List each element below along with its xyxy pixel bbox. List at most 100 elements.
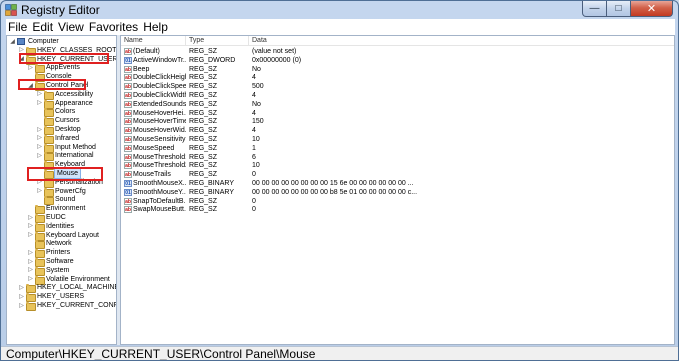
folder-icon: [35, 266, 45, 276]
tree-item-input-method[interactable]: ▷ Input Method: [36, 143, 96, 153]
expand-arrow-icon[interactable]: ▷: [27, 222, 34, 230]
tree-item-powercfg[interactable]: ▷ PowerCfg: [36, 187, 86, 197]
registry-key-tree[interactable]: ◢ Computer ▷ HKEY_CLASSES_ROOT ◢ HKEY_CURRENT…: [6, 35, 117, 345]
expand-arrow-icon[interactable]: ▷: [36, 187, 43, 195]
expand-arrow-icon[interactable]: ▷: [36, 126, 43, 134]
tree-item-hkey-users[interactable]: ▷ HKEY_USERS: [18, 292, 84, 303]
value-name: SmoothMouseY...: [133, 188, 186, 196]
value-name: SnapToDefaultB...: [133, 197, 186, 205]
title-bar[interactable]: Registry Editor — □ ✕: [1, 1, 678, 19]
tree-item-system[interactable]: ▷ System: [27, 266, 70, 276]
tree-item-label: Volatile Environment: [46, 275, 110, 283]
value-type: REG_SZ: [189, 48, 218, 55]
tree-item-hkey-local-machine[interactable]: ▷ HKEY_LOCAL_MACHINE: [18, 283, 116, 294]
string-value-icon: ab: [124, 109, 132, 117]
expand-arrow-icon[interactable]: ▷: [27, 214, 34, 222]
value-type: REG_SZ: [189, 100, 218, 108]
value-row[interactable]: ab MouseThreshold2 REG_SZ 10: [121, 161, 674, 170]
folder-icon: [26, 293, 36, 303]
menu-help[interactable]: Help: [141, 19, 171, 35]
value-row[interactable]: 01 SmoothMouseX... REG_BINARY 00 00 00 00 0…: [121, 179, 674, 188]
column-header-name[interactable]: Name: [121, 36, 186, 46]
value-row[interactable]: ab SwapMouseButt... REG_SZ 0: [121, 205, 674, 214]
value-data: 0: [252, 171, 256, 179]
expand-arrow-icon[interactable]: ▷: [36, 152, 43, 160]
expand-arrow-icon[interactable]: ▷: [18, 293, 25, 301]
value-row[interactable]: ab Beep REG_SZ No: [121, 65, 674, 74]
expand-arrow-icon[interactable]: ▷: [36, 134, 43, 142]
expand-arrow-icon[interactable]: ▷: [27, 266, 34, 274]
tree-item-environment[interactable]: Environment: [27, 204, 85, 215]
tree-item-international[interactable]: ▷ International: [36, 151, 94, 162]
value-row[interactable]: ab MouseThreshold1 REG_SZ 6: [121, 153, 674, 162]
value-row[interactable]: ab (Default) REG_SZ (value not set): [121, 47, 674, 56]
value-row[interactable]: ab ExtendedSounds REG_SZ No: [121, 100, 674, 109]
value-row[interactable]: ab DoubleClickWidth REG_SZ 4: [121, 91, 674, 100]
string-value-icon: ab: [124, 48, 132, 55]
value-row[interactable]: ab MouseSensitivity REG_SZ 10: [121, 135, 674, 144]
value-row[interactable]: ab DoubleClickHeight REG_SZ 4: [121, 73, 674, 82]
menu-view[interactable]: View: [56, 19, 87, 35]
expand-arrow-icon[interactable]: ▷: [36, 99, 43, 107]
value-name: DoubleClickHeight: [133, 74, 186, 82]
value-data: No: [252, 65, 261, 73]
maximize-button[interactable]: □: [607, 1, 631, 17]
expand-arrow-icon[interactable]: ▷: [27, 249, 34, 257]
tree-item-sound[interactable]: Sound: [36, 195, 75, 206]
tree-item-keyboard-layout[interactable]: ▷ Keyboard Layout: [27, 231, 99, 241]
tree-item-software[interactable]: ▷ Software: [27, 257, 74, 267]
expand-arrow-icon[interactable]: ▷: [27, 231, 34, 239]
value-row[interactable]: ab MouseHoverWid... REG_SZ 4: [121, 126, 674, 135]
tree-item-infrared[interactable]: ▷ Infrared: [36, 134, 79, 144]
tree-item-cursors[interactable]: Cursors: [36, 116, 80, 127]
value-row[interactable]: ab DoubleClickSpeed REG_SZ 500: [121, 82, 674, 91]
value-name: SmoothMouseX...: [133, 180, 186, 187]
close-button[interactable]: ✕: [631, 1, 673, 17]
tree-item-identities[interactable]: ▷ Identities: [27, 222, 74, 232]
tree-item-accessibility[interactable]: ▷ Accessibility: [36, 90, 94, 100]
column-header-data[interactable]: Data: [249, 36, 674, 46]
value-name: MouseSpeed: [133, 144, 175, 152]
column-header-type[interactable]: Type: [186, 36, 249, 46]
tree-item-label: System: [46, 266, 70, 274]
tree-item-network[interactable]: Network: [27, 239, 72, 250]
value-name: MouseSensitivity: [133, 136, 186, 143]
value-type: REG_BINARY: [189, 188, 234, 196]
value-type: REG_BINARY: [189, 180, 234, 187]
value-data: 10: [252, 136, 260, 143]
expand-arrow-icon[interactable]: ▷: [36, 90, 43, 98]
value-row[interactable]: 01 ActiveWindowTr... REG_DWORD 0x00000000 (…: [121, 56, 674, 65]
tree-item-appevents[interactable]: ▷ AppEvents: [27, 63, 80, 74]
tree-item-printers[interactable]: ▷ Printers: [27, 248, 70, 259]
tree-item-hkey-current-config[interactable]: ▷ HKEY_CURRENT_CONFIG: [18, 301, 116, 311]
minimize-button[interactable]: —: [582, 1, 607, 17]
tree-item-eudc[interactable]: ▷ EUDC: [27, 213, 66, 223]
tree-item-appearance[interactable]: ▷ Appearance: [36, 99, 93, 109]
value-row[interactable]: ab MouseTrails REG_SZ 0: [121, 170, 674, 179]
tree-item-volatile-environment[interactable]: ▷ Volatile Environment: [27, 275, 110, 285]
collapse-arrow-icon[interactable]: ◢: [9, 38, 16, 46]
menu-file[interactable]: File: [6, 19, 30, 35]
expand-arrow-icon[interactable]: ▷: [27, 258, 34, 266]
value-row[interactable]: 01 SmoothMouseY... REG_BINARY 00 00 00 00 0…: [121, 188, 674, 197]
value-type: REG_DWORD: [189, 56, 236, 64]
expand-arrow-icon[interactable]: ▷: [27, 64, 34, 72]
menu-bar: File Edit View Favorites Help: [6, 19, 675, 35]
expand-arrow-icon[interactable]: ▷: [18, 302, 25, 310]
tree-item-colors[interactable]: Colors: [36, 107, 75, 118]
value-row[interactable]: ab MouseSpeed REG_SZ 1: [121, 144, 674, 153]
value-row[interactable]: ab MouseHoverHei... REG_SZ 4: [121, 109, 674, 118]
value-name: MouseHoverHei...: [133, 109, 186, 117]
folder-icon: [44, 152, 54, 162]
expand-arrow-icon[interactable]: ▷: [18, 284, 25, 292]
menu-favorites[interactable]: Favorites: [87, 19, 141, 35]
expand-arrow-icon[interactable]: ▷: [36, 143, 43, 151]
value-row[interactable]: ab SnapToDefaultB... REG_SZ 0: [121, 197, 674, 206]
tree-item-computer[interactable]: ◢ Computer: [9, 37, 59, 46]
tree-item-label: Accessibility: [55, 90, 94, 98]
value-row[interactable]: ab MouseHoverTime REG_SZ 150: [121, 117, 674, 126]
value-name: MouseTrails: [133, 171, 171, 179]
expand-arrow-icon[interactable]: ▷: [27, 275, 34, 283]
tree-item-desktop[interactable]: ▷ Desktop: [36, 125, 81, 135]
menu-edit[interactable]: Edit: [30, 19, 56, 35]
